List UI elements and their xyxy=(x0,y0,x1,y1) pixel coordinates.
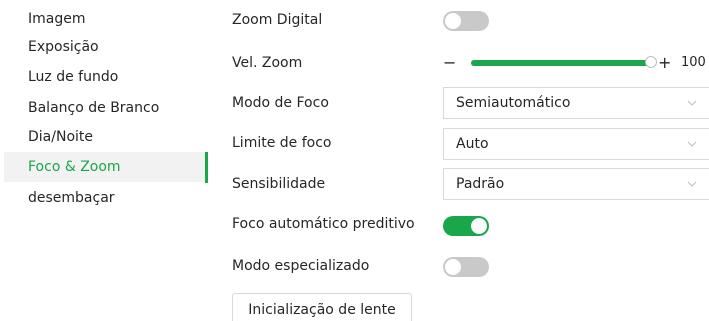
toggle-knob xyxy=(445,259,461,275)
plus-icon[interactable]: + xyxy=(658,53,671,73)
minus-icon[interactable]: − xyxy=(443,53,456,73)
sidebar-item-exposicao[interactable]: Exposição xyxy=(4,32,205,62)
zoom-digital-label: Zoom Digital xyxy=(232,12,323,28)
modo-foco-label: Modo de Foco xyxy=(232,95,329,111)
sidebar-nav: Imagem Exposição Luz de fundo Balanço de… xyxy=(0,0,209,321)
sidebar-item-desembacar[interactable]: desembaçar xyxy=(4,183,205,213)
active-item-indicator xyxy=(205,152,208,183)
limite-foco-value: Auto xyxy=(456,136,489,152)
sidebar-item-balanco-de-branco[interactable]: Balanço de Branco xyxy=(4,93,205,123)
sensibilidade-label: Sensibilidade xyxy=(232,176,326,192)
sidebar-item-imagem[interactable]: Imagem xyxy=(4,4,205,34)
foco-preditivo-label: Foco automático preditivo xyxy=(232,216,415,232)
sidebar-item-luz-de-fundo[interactable]: Luz de fundo xyxy=(4,62,205,92)
vel-zoom-slider: − + 100 xyxy=(443,53,709,73)
chevron-down-icon xyxy=(687,100,697,106)
vel-zoom-label: Vel. Zoom xyxy=(232,55,303,71)
sidebar-item-foco-zoom[interactable]: Foco & Zoom xyxy=(4,152,205,182)
toggle-knob xyxy=(471,218,487,234)
limite-foco-select[interactable]: Auto xyxy=(443,128,709,160)
modo-especializado-toggle[interactable] xyxy=(443,257,489,277)
slider-fill xyxy=(471,60,651,66)
chevron-down-icon xyxy=(687,181,697,187)
modo-especializado-label: Modo especializado xyxy=(232,258,370,274)
slider-value: 100 xyxy=(681,55,706,70)
sidebar-item-dia-noite[interactable]: Dia/Noite xyxy=(4,122,205,152)
settings-page: Imagem Exposição Luz de fundo Balanço de… xyxy=(0,0,709,321)
lens-init-button[interactable]: Inicialização de lente xyxy=(232,293,412,321)
limite-foco-label: Limite de foco xyxy=(232,135,332,151)
modo-foco-value: Semiautomático xyxy=(456,95,571,111)
slider-track[interactable] xyxy=(471,56,657,68)
sensibilidade-select[interactable]: Padrão xyxy=(443,168,709,200)
sensibilidade-value: Padrão xyxy=(456,176,505,192)
modo-foco-select[interactable]: Semiautomático xyxy=(443,87,709,119)
chevron-down-icon xyxy=(687,141,697,147)
foco-preditivo-toggle[interactable] xyxy=(443,216,489,236)
slider-thumb[interactable] xyxy=(645,56,657,68)
toggle-knob xyxy=(445,13,461,29)
zoom-digital-toggle[interactable] xyxy=(443,11,489,31)
